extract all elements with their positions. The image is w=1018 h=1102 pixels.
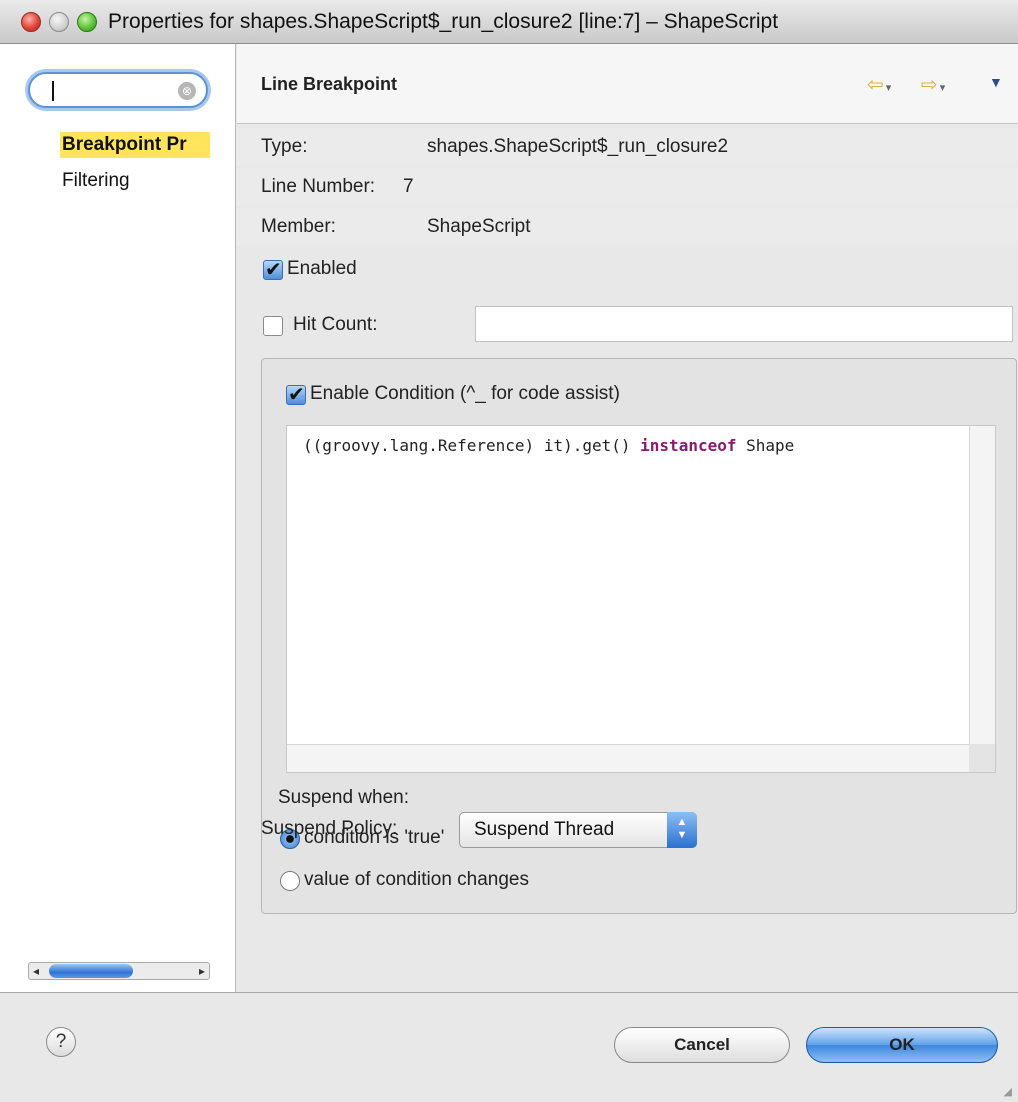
text-caret <box>52 81 54 101</box>
ok-button[interactable]: OK <box>806 1027 998 1063</box>
zoom-window-button[interactable] <box>77 12 97 32</box>
forward-button[interactable]: ⇨ ▾ <box>921 72 945 97</box>
hit-count-input[interactable] <box>475 306 1013 342</box>
editor-horizontal-scrollbar[interactable] <box>287 744 970 772</box>
suspend-policy-value: Suspend Thread <box>474 819 615 840</box>
suspend-policy-select[interactable]: Suspend Thread ▲ ▼ <box>459 812 697 848</box>
forward-dropdown-icon[interactable]: ▾ <box>940 82 946 94</box>
code-expression: ((groovy.lang.Reference) it).get() <box>303 436 641 455</box>
enabled-checkbox[interactable] <box>263 257 283 282</box>
type-label: Type: <box>261 136 308 157</box>
window-title: Properties for shapes.ShapeScript$_run_c… <box>108 10 779 33</box>
scrollbar-thumb[interactable] <box>49 964 133 978</box>
sidebar-item-breakpoint-properties[interactable]: Breakpoint Pr <box>60 132 210 158</box>
forward-arrow-icon: ⇨ <box>921 74 938 96</box>
condition-changes-label: value of condition changes <box>304 869 529 890</box>
back-button[interactable]: ⇦ ▾ <box>867 72 891 97</box>
line-number-label: Line Number: <box>261 176 376 197</box>
suspend-policy-label: Suspend Policy: <box>261 818 398 839</box>
member-label: Member: <box>261 216 336 237</box>
resize-grip-icon[interactable]: ◢ <box>1004 1085 1012 1098</box>
line-number-row: Line Number: 7 <box>237 168 1018 206</box>
scroll-left-icon[interactable]: ◂ <box>33 964 39 978</box>
suspend-when-label: Suspend when: <box>278 787 409 808</box>
sidebar-horizontal-scrollbar[interactable]: ◂ ▸ <box>28 962 210 980</box>
scroll-right-icon[interactable]: ▸ <box>199 964 205 978</box>
minimize-window-button[interactable] <box>49 12 69 32</box>
sidebar-item-filtering[interactable]: Filtering <box>62 170 130 192</box>
cancel-button[interactable]: Cancel <box>614 1027 790 1063</box>
title-bar: Properties for shapes.ShapeScript$_run_c… <box>0 0 1018 44</box>
sidebar: ⊗ Breakpoint Pr Filtering ◂ ▸ <box>0 44 236 992</box>
editor-scroll-corner <box>969 744 995 772</box>
hit-count-checkbox[interactable] <box>263 316 283 336</box>
condition-editor[interactable]: ((groovy.lang.Reference) it).get() insta… <box>286 425 996 773</box>
back-dropdown-icon[interactable]: ▾ <box>886 82 892 94</box>
main-panel: Line Breakpoint ⇦ ▾ ⇨ ▾ ▼ Type: shapes.Sha… <box>237 44 1018 992</box>
code-type: Shape <box>736 436 795 455</box>
dialog-button-bar: ? Cancel OK ◢ <box>0 992 1018 1102</box>
type-value: shapes.ShapeScript$_run_closure2 <box>427 136 729 157</box>
page-header: Line Breakpoint ⇦ ▾ ⇨ ▾ ▼ <box>237 44 1018 124</box>
condition-changes-radio[interactable] <box>280 871 300 891</box>
hit-count-label: Hit Count: <box>293 314 378 335</box>
help-icon[interactable]: ? <box>46 1027 76 1057</box>
clear-search-icon[interactable]: ⊗ <box>178 82 196 100</box>
condition-code[interactable]: ((groovy.lang.Reference) it).get() insta… <box>303 436 794 455</box>
filter-search-input[interactable]: ⊗ <box>28 72 208 108</box>
type-row: Type: shapes.ShapeScript$_run_closure2 <box>237 128 1018 166</box>
line-number-value: 7 <box>403 176 414 197</box>
close-window-button[interactable] <box>21 12 41 32</box>
editor-vertical-scrollbar[interactable] <box>969 426 995 772</box>
back-arrow-icon: ⇦ <box>867 74 884 96</box>
enable-condition-label: Enable Condition (^_ for code assist) <box>310 383 620 404</box>
code-keyword: instanceof <box>640 436 737 455</box>
view-menu-icon[interactable]: ▼ <box>989 74 1003 90</box>
enabled-label: Enabled <box>287 258 357 279</box>
page-title: Line Breakpoint <box>261 74 398 94</box>
select-stepper-icon: ▲ ▼ <box>667 812 697 848</box>
member-row: Member: ShapeScript <box>237 208 1018 246</box>
enable-condition-checkbox[interactable] <box>286 382 306 407</box>
member-value: ShapeScript <box>427 216 531 237</box>
